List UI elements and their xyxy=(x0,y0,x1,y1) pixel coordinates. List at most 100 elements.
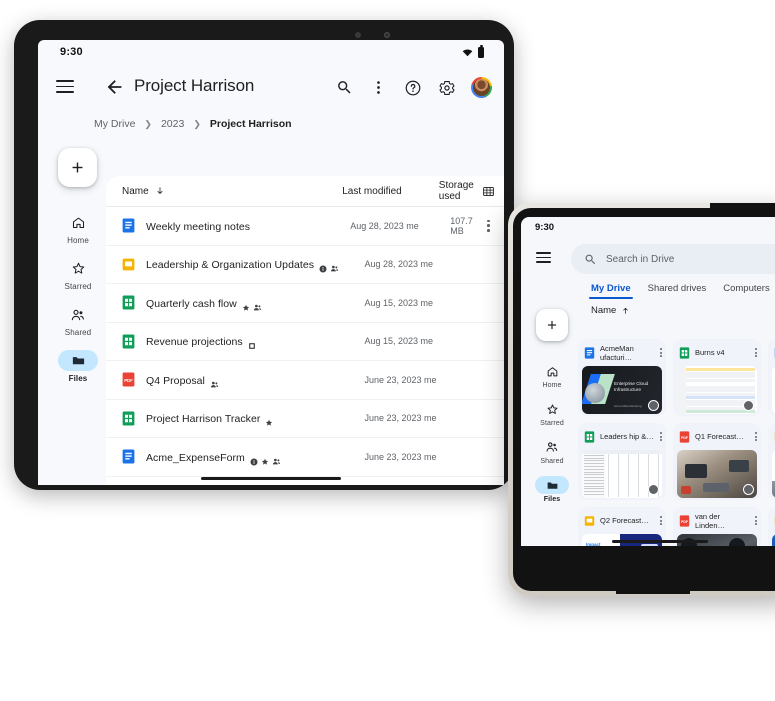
sidebar-item-starred[interactable]: Starred xyxy=(530,400,574,427)
sidebar-item-shared[interactable]: Shared xyxy=(530,438,574,465)
arrow-up-icon xyxy=(621,306,630,315)
file-card[interactable]: PDFQ1 Forecast… xyxy=(673,423,761,500)
more-vertical-icon[interactable] xyxy=(487,220,490,232)
file-card[interactable]: 01 Deck01 xyxy=(768,507,775,546)
cell-last-modified: June 23, 2023 me xyxy=(364,413,470,423)
card-thumbnail-photo-desk xyxy=(677,450,757,498)
docs-icon xyxy=(122,218,135,233)
table-row[interactable]: PDFQ4 ProposalJune 23, 2023 me xyxy=(106,361,504,400)
docs-icon xyxy=(584,347,595,359)
more-vertical-icon[interactable] xyxy=(755,516,757,525)
battery-icon xyxy=(478,47,484,58)
cell-name: Leadership & Organization Updates xyxy=(122,255,364,273)
info-badge-icon xyxy=(250,453,258,461)
gear-icon[interactable] xyxy=(437,78,456,97)
table-row[interactable]: Revenue projectionsAug 15, 2023 me xyxy=(106,323,504,362)
owner-avatar xyxy=(648,400,659,411)
more-vertical-icon[interactable] xyxy=(755,348,757,357)
card-file-name: AcmeMan ufacturi… xyxy=(600,344,655,362)
file-list-panel: Name Last modified Storage used Weekly m… xyxy=(106,176,504,485)
card-header: Q2 Forecast… xyxy=(578,507,666,534)
sheets-icon xyxy=(122,334,135,349)
sidebar-item-home[interactable]: Home xyxy=(530,362,574,389)
sidebar-item-starred[interactable]: Starred xyxy=(52,258,104,291)
help-circle-icon[interactable] xyxy=(403,78,422,97)
tab-my-drive[interactable]: My Drive xyxy=(591,283,631,299)
new-button[interactable] xyxy=(58,148,97,187)
people-icon xyxy=(58,304,98,325)
home-icon xyxy=(58,212,98,233)
sidebar-item-files[interactable]: Files xyxy=(530,476,574,503)
table-row[interactable]: Project Harrison TrackerJune 23, 2023 me xyxy=(106,400,504,439)
sidebar-item-shared[interactable]: Shared xyxy=(52,304,104,337)
cell-last-modified: Aug 15, 2023 me xyxy=(364,336,470,346)
breadcrumb-separator-icon: ❯ xyxy=(144,119,152,130)
more-vertical-icon[interactable] xyxy=(660,432,662,441)
tab-shared-drives[interactable]: Shared drives xyxy=(648,283,707,299)
table-row[interactable]: Weekly meeting notesAug 28, 2023 me107.7… xyxy=(106,207,504,246)
phone-status-bar: 9:30 xyxy=(521,217,775,239)
hamburger-menu-icon[interactable] xyxy=(536,252,551,263)
svg-text:PDF: PDF xyxy=(124,378,133,383)
more-vertical-icon[interactable] xyxy=(660,348,662,357)
cell-last-modified: Aug 28, 2023 me xyxy=(364,259,470,269)
file-name: Q4 Proposal xyxy=(146,375,205,387)
file-badges xyxy=(265,414,273,422)
file-name: Acme_ExpenseForm xyxy=(146,452,245,464)
new-button[interactable] xyxy=(536,309,568,341)
phone-hinge-notch xyxy=(710,203,775,214)
cell-last-modified: June 23, 2023 me xyxy=(364,452,470,462)
sidebar-item-home[interactable]: Home xyxy=(52,212,104,245)
sidebar-label-shared: Shared xyxy=(65,328,91,337)
more-vertical-icon[interactable] xyxy=(660,516,662,525)
back-arrow-icon[interactable] xyxy=(104,76,126,98)
cell-last-modified: Aug 15, 2023 me xyxy=(364,298,470,308)
account-avatar[interactable] xyxy=(471,77,492,98)
file-name: Quarterly cash flow xyxy=(146,298,237,310)
file-card[interactable]: Leaders hip &… xyxy=(578,423,666,500)
star-badge-icon xyxy=(261,453,269,461)
file-card[interactable]: AcmeMan ufacturi…Enterprise Cloud Infras… xyxy=(578,339,666,416)
phone-home-indicator[interactable] xyxy=(612,540,708,543)
card-file-name: Burns v4 xyxy=(695,348,750,357)
breadcrumb-item-my-drive[interactable]: My Drive xyxy=(94,118,135,130)
cell-last-modified: Aug 28, 2023 me xyxy=(350,221,450,231)
file-badges xyxy=(242,299,261,307)
sidebar-item-files[interactable]: Files xyxy=(52,350,104,383)
arrow-down-icon xyxy=(155,186,165,196)
sidebar-label-shared: Shared xyxy=(540,458,563,465)
row-overflow-cell xyxy=(473,220,504,232)
file-name-wrap: Leadership & Organization Updates xyxy=(146,255,338,273)
status-system-icons xyxy=(462,47,484,58)
page-title: Project Harrison xyxy=(134,76,254,96)
owner-avatar xyxy=(743,400,754,411)
grid-view-icon[interactable] xyxy=(474,185,504,198)
hamburger-menu-icon[interactable] xyxy=(56,80,74,93)
column-header-last-modified[interactable]: Last modified xyxy=(342,186,439,197)
sidebar-label-files: Files xyxy=(69,374,88,383)
column-header-storage-used[interactable]: Storage used xyxy=(439,180,474,202)
more-vertical-icon[interactable] xyxy=(369,78,388,97)
column-header-name[interactable]: Name xyxy=(122,186,342,197)
table-row[interactable]: Acme_ExpenseForm June 23, 2023 me xyxy=(106,438,504,477)
file-card[interactable]: Cons Prop…Consulting Proposal xyxy=(768,423,775,500)
column-label-name: Name xyxy=(122,186,149,197)
table-row[interactable]: Leadership & Organization Updates Aug 28,… xyxy=(106,246,504,285)
card-header: AcmeMan ufacturi… xyxy=(578,339,666,366)
plus-icon xyxy=(545,318,559,332)
more-vertical-icon[interactable] xyxy=(755,432,757,441)
phone-search-bar-row: Search in Drive xyxy=(521,239,775,277)
breadcrumb-item-current[interactable]: Project Harrison xyxy=(210,118,292,130)
search-icon[interactable] xyxy=(335,78,354,97)
file-card[interactable]: Smith Pro… xyxy=(768,339,775,416)
table-row[interactable]: Quarterly cash flow Aug 15, 2023 me xyxy=(106,284,504,323)
file-card[interactable]: Burns v4 xyxy=(673,339,761,416)
sheets-icon xyxy=(122,295,135,310)
breadcrumb-item-2023[interactable]: 2023 xyxy=(161,118,184,130)
sheets-icon xyxy=(679,347,690,359)
sidebar-label-starred: Starred xyxy=(540,420,564,427)
search-input[interactable]: Search in Drive xyxy=(571,244,775,274)
tab-computers[interactable]: Computers xyxy=(723,283,769,299)
card-header: Leaders hip &… xyxy=(578,423,666,450)
tablet-home-indicator[interactable] xyxy=(201,477,341,480)
